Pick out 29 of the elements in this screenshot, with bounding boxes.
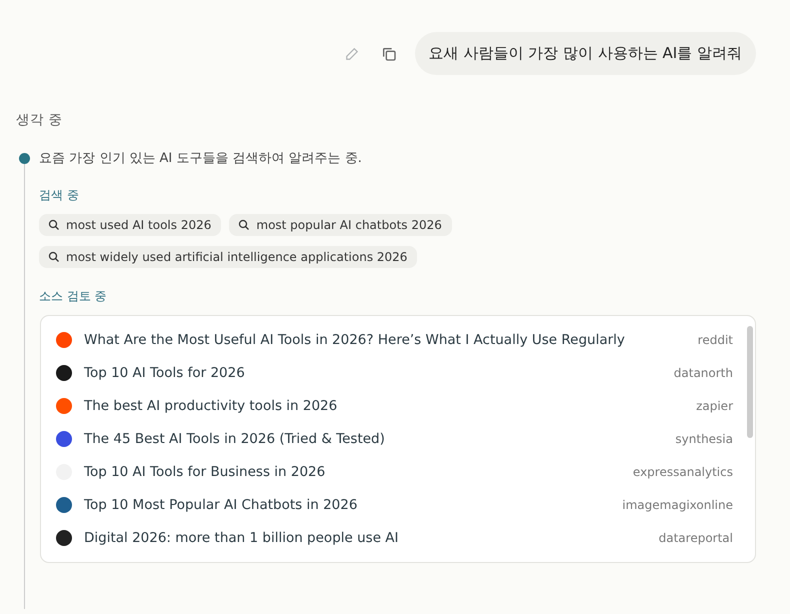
copy-icon <box>380 46 397 62</box>
search-query-chip[interactable]: most used AI tools 2026 <box>39 214 222 236</box>
source-site: expressanalytics <box>632 464 733 478</box>
scrollbar[interactable] <box>747 326 753 438</box>
sources-label: 소스 검토 중 <box>39 288 108 305</box>
source-link[interactable]: Digital 2026: more than 1 billion people use AI <box>84 530 647 546</box>
search-label: 검색 중 <box>39 187 80 204</box>
source-link[interactable]: The best AI productivity tools in 2026 <box>84 398 684 414</box>
search-query-chip[interactable]: most popular AI chatbots 2026 <box>229 214 452 236</box>
source-link[interactable]: What Are the Most Useful AI Tools in 2026? Here’s What I Actually Use Regularly <box>84 332 686 348</box>
source-site: datanorth <box>674 366 733 380</box>
search-icon <box>48 219 60 231</box>
user-message: 요새 사람들이 가장 많이 사용하는 AI를 알려줘 <box>414 32 756 75</box>
source-site: datareportal <box>658 530 733 544</box>
search-query-chip[interactable]: most widely used artificial intelligence applications 2026 <box>39 246 418 268</box>
source-site: synthesia <box>675 432 733 446</box>
step-text: 요즘 가장 인기 있는 AI 도구들을 검색하여 알려주는 중. <box>39 150 363 167</box>
source-site: imagemagixonline <box>622 498 733 512</box>
search-icon <box>238 219 250 231</box>
pencil-icon <box>344 46 359 60</box>
source-link[interactable]: Top 10 AI Tools for Business in 2026 <box>84 464 621 480</box>
source-link[interactable]: The 45 Best AI Tools in 2026 (Tried & Tested) <box>84 430 664 446</box>
search-icon <box>48 251 60 263</box>
thinking-title: 생각 중 <box>16 111 64 129</box>
source-site: zapier <box>696 398 733 412</box>
source-link[interactable]: Top 10 Most Popular AI Chatbots in 2026 <box>84 496 610 512</box>
timeline-dot <box>19 153 30 164</box>
source-link[interactable]: Top 10 AI Tools for 2026 <box>84 364 662 380</box>
source-site: reddit <box>698 332 733 346</box>
